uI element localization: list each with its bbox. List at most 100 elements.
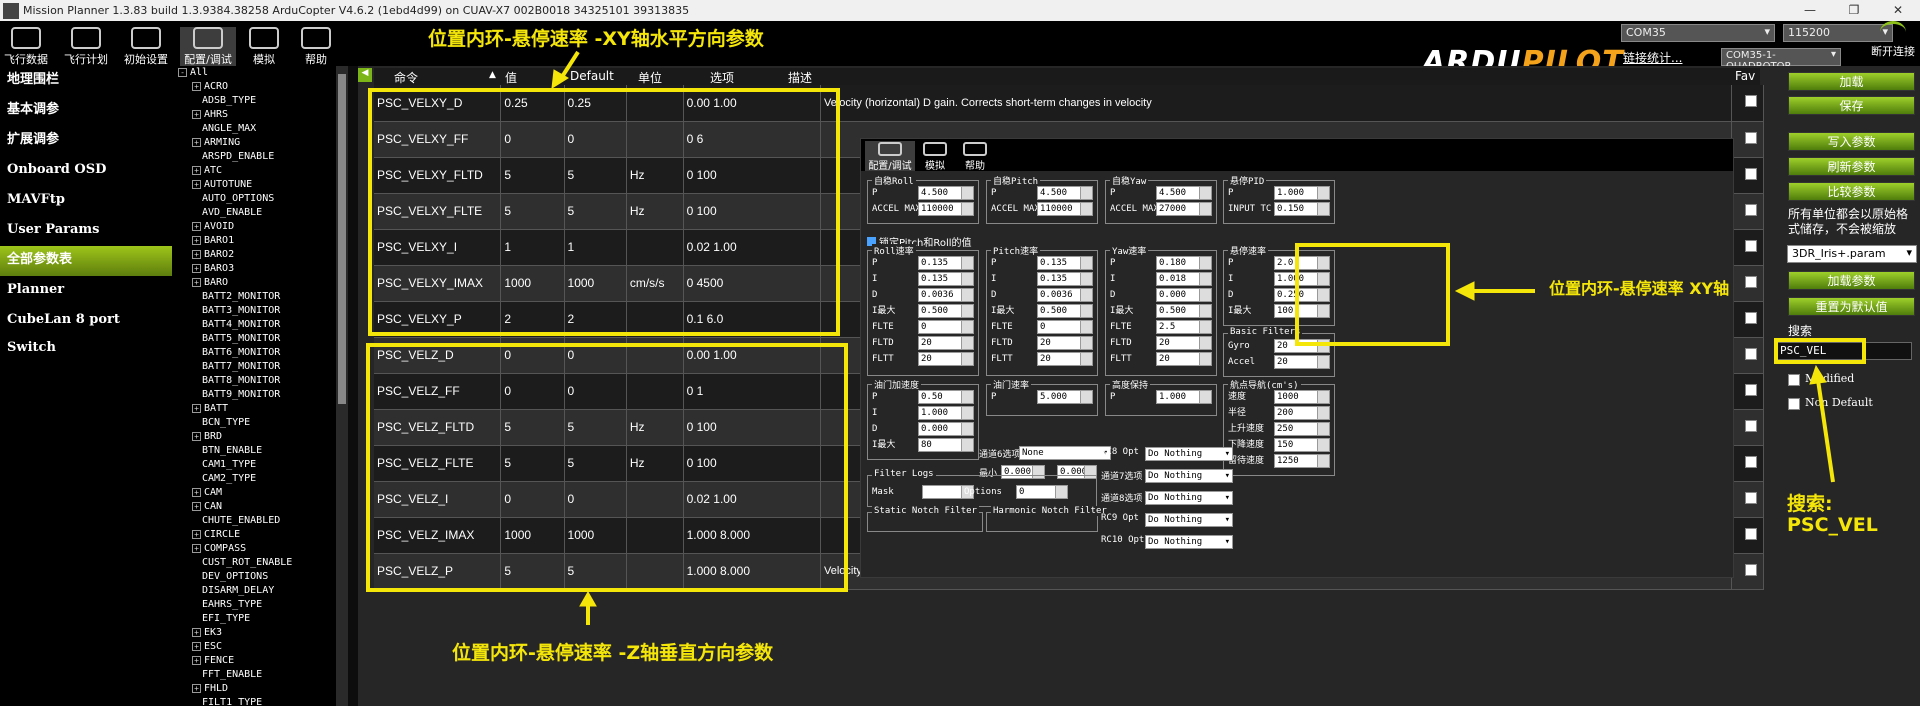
param-input[interactable]: 0.135 — [1037, 256, 1093, 270]
param-input[interactable]: 20 — [1274, 355, 1330, 369]
expand-icon[interactable]: + — [192, 432, 201, 441]
expand-icon[interactable]: + — [192, 656, 201, 665]
tree-item[interactable]: - All — [172, 66, 336, 80]
rc-option-select[interactable]: Do Nothing — [1145, 535, 1233, 549]
param-input[interactable]: 1.000 — [918, 406, 974, 420]
fav-checkbox[interactable] — [1745, 563, 1758, 576]
expand-icon[interactable]: + — [192, 166, 201, 175]
tree-item[interactable]: AUTO_OPTIONS — [172, 192, 336, 206]
expand-icon[interactable]: + — [192, 488, 201, 497]
expand-icon[interactable]: + — [192, 138, 201, 147]
param-input[interactable]: 20 — [918, 336, 974, 350]
param-input[interactable]: 0 — [918, 320, 974, 334]
tree-item[interactable]: + CIRCLE — [172, 528, 336, 542]
expand-icon[interactable]: + — [192, 544, 201, 553]
expand-icon[interactable]: + — [192, 684, 201, 693]
param-input[interactable]: 20 — [1156, 352, 1212, 366]
tree-item[interactable]: EFI_TYPE — [172, 612, 336, 626]
param-input[interactable]: 0.000 — [918, 422, 974, 436]
disconnect-button[interactable]: 断开连接 — [1868, 21, 1918, 59]
param-input[interactable]: 0.500 — [1156, 304, 1212, 318]
fav-checkbox[interactable] — [1745, 167, 1758, 180]
tree-item[interactable]: BTN_ENABLE — [172, 444, 336, 458]
fav-checkbox[interactable] — [1745, 203, 1758, 216]
expand-icon[interactable]: + — [192, 278, 201, 287]
close-icon[interactable]: ✕ — [1876, 0, 1920, 21]
nav-cubelan-switch[interactable]: CubeLan 8 port Switch — [0, 306, 172, 355]
device-select[interactable]: COM35-1-QUADROTOR — [1721, 48, 1841, 72]
param-input[interactable]: 0.0036 — [918, 288, 974, 302]
tree-item[interactable]: + FENCE — [172, 654, 336, 668]
fav-checkbox[interactable] — [1745, 419, 1758, 432]
tree-item[interactable]: + BATT — [172, 402, 336, 416]
tree-item[interactable]: BATT7_MONITOR — [172, 360, 336, 374]
fav-checkbox[interactable] — [1745, 347, 1758, 360]
tree-item[interactable]: + ESC — [172, 640, 336, 654]
param-input[interactable]: 20 — [1037, 336, 1093, 350]
inset-tab-sim[interactable]: 模拟 — [917, 141, 953, 172]
param-input[interactable]: 4.500 — [1156, 186, 1212, 200]
param-input[interactable]: 1250 — [1274, 454, 1330, 468]
tree-item[interactable]: AVD_ENABLE — [172, 206, 336, 220]
tree-item[interactable]: + BARO2 — [172, 248, 336, 262]
fav-checkbox[interactable] — [1745, 527, 1758, 540]
tree-item[interactable]: BATT3_MONITOR — [172, 304, 336, 318]
tree-item[interactable]: ARSPD_ENABLE — [172, 150, 336, 164]
tree-item[interactable]: EAHRS_TYPE — [172, 598, 336, 612]
tree-item[interactable]: BATT8_MONITOR — [172, 374, 336, 388]
param-input[interactable]: 250 — [1274, 422, 1330, 436]
tree-item[interactable]: BCN_TYPE — [172, 416, 336, 430]
tree-item[interactable]: DEV_OPTIONS — [172, 570, 336, 584]
param-input[interactable]: 150 — [1274, 438, 1330, 452]
fav-checkbox[interactable] — [1745, 491, 1758, 504]
param-input[interactable]: 0.135 — [918, 272, 974, 286]
menu-config-tuning[interactable]: 配置/调试 — [180, 27, 236, 67]
fav-checkbox[interactable] — [1745, 239, 1758, 252]
expand-icon[interactable]: + — [192, 250, 201, 259]
param-input[interactable]: 0.150 — [1274, 202, 1330, 216]
param-input[interactable]: 1000 — [1274, 390, 1330, 404]
tree-item[interactable]: + CAM — [172, 486, 336, 500]
param-input[interactable]: 110000 — [1037, 202, 1093, 216]
tree-item[interactable]: + AHRS — [172, 108, 336, 122]
compare-params-button[interactable]: 比较参数 — [1788, 182, 1915, 201]
param-file-select[interactable]: 3DR_Iris+.param — [1787, 245, 1917, 263]
tree-item[interactable]: + ACRO — [172, 80, 336, 94]
expand-icon[interactable]: + — [192, 530, 201, 539]
nav-full-param-list[interactable]: 全部参数表 — [0, 246, 172, 276]
fav-checkbox[interactable] — [1745, 311, 1758, 324]
param-input[interactable]: 0.135 — [1037, 272, 1093, 286]
rc-option-select[interactable]: Do Nothing — [1145, 447, 1233, 461]
tree-item[interactable]: CHUTE_ENABLED — [172, 514, 336, 528]
param-input[interactable]: 20 — [1156, 336, 1212, 350]
nav-user-params[interactable]: User Params — [0, 216, 172, 246]
tree-item[interactable]: BATT4_MONITOR — [172, 318, 336, 332]
expand-icon[interactable]: + — [192, 628, 201, 637]
tree-item[interactable]: CAM1_TYPE — [172, 458, 336, 472]
col-unit[interactable]: 单位 — [638, 69, 662, 86]
col-options[interactable]: 选项 — [710, 69, 734, 86]
param-input[interactable]: 2.5 — [1156, 320, 1212, 334]
tree-scrollbar[interactable] — [336, 66, 348, 706]
param-input[interactable]: 0.135 — [918, 256, 974, 270]
param-input[interactable]: 4.500 — [918, 186, 974, 200]
tree-item[interactable]: + CAN — [172, 500, 336, 514]
param-input[interactable]: 20 — [918, 352, 974, 366]
nav-basic-tuning[interactable]: 基本调参 — [0, 96, 172, 126]
collapse-arrow-icon[interactable]: ◀ — [358, 68, 372, 82]
param-input[interactable]: 0 — [1016, 485, 1068, 499]
param-input[interactable]: 80 — [918, 438, 974, 452]
param-input[interactable]: 5.000 — [1037, 390, 1093, 404]
tree-item[interactable]: + BARO — [172, 276, 336, 290]
param-input[interactable]: 110000 — [918, 202, 974, 216]
param-input[interactable]: 0.500 — [1037, 304, 1093, 318]
expand-icon[interactable]: + — [192, 82, 201, 91]
tree-item[interactable]: CAM2_TYPE — [172, 472, 336, 486]
load-params-button[interactable]: 加载参数 — [1788, 271, 1915, 290]
menu-help[interactable]: 帮助 — [290, 27, 342, 67]
param-input[interactable]: 0.180 — [1156, 256, 1212, 270]
rc-option-select[interactable]: Do Nothing — [1145, 469, 1233, 483]
param-input[interactable]: 200 — [1274, 406, 1330, 420]
tree-item[interactable]: + AUTOTUNE — [172, 178, 336, 192]
tree-item[interactable]: BATT6_MONITOR — [172, 346, 336, 360]
